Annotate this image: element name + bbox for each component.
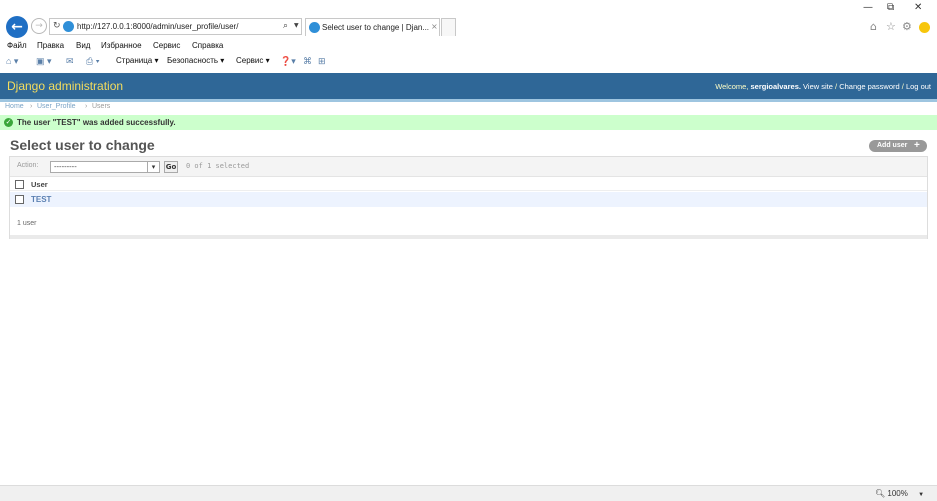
success-text: The user "TEST" was added successfully. xyxy=(17,118,176,127)
select-all-checkbox[interactable] xyxy=(15,180,24,189)
print-icon[interactable]: ⎙ ▾ xyxy=(86,56,99,67)
zoom-control[interactable]: 🔍︎ 100% ▼ xyxy=(875,489,924,498)
url-text[interactable]: http://127.0.0.1:8000/admin/user_profile… xyxy=(77,22,238,31)
menu-view[interactable]: Вид xyxy=(76,41,90,50)
new-tab-button[interactable] xyxy=(441,18,456,36)
favorites-star-icon[interactable]: ☆ xyxy=(886,20,896,33)
search-icon[interactable]: ⌕ xyxy=(283,21,288,31)
home-icon[interactable]: ⌂ ▾ xyxy=(6,56,18,67)
tab-title: Select user to change | Djan... xyxy=(322,23,430,32)
command-bar: ⌂ ▾ ▣ ▾ ✉ ⎙ ▾ Страница ▾ Безопасность ▾ … xyxy=(0,53,937,71)
close-tab-icon[interactable]: × xyxy=(431,22,438,31)
browser-tab[interactable]: Select user to change | Djan... × xyxy=(305,18,440,36)
add-user-button[interactable]: Add user + xyxy=(869,140,927,152)
separator: / xyxy=(835,82,838,91)
chevron-down-icon[interactable]: ▼ xyxy=(294,22,299,29)
addon-icon[interactable]: ⊞ xyxy=(318,56,326,67)
menu-file[interactable]: Файл xyxy=(7,41,27,50)
breadcrumb-current: Users xyxy=(92,103,111,110)
ie-logo-icon xyxy=(63,21,74,32)
changelist-footer xyxy=(10,235,927,239)
row-checkbox[interactable] xyxy=(15,195,24,204)
chevron-down-icon[interactable]: ▼ xyxy=(918,492,924,498)
back-arrow-icon[interactable]: ← xyxy=(6,16,28,38)
site-title[interactable]: Django administration xyxy=(7,79,123,93)
view-site-link[interactable]: View site xyxy=(803,82,833,91)
success-message: ✓ The user "TEST" was added successfully… xyxy=(0,115,937,130)
breadcrumb-separator: › xyxy=(30,103,33,110)
menu-edit[interactable]: Правка xyxy=(37,41,64,50)
forward-arrow-icon[interactable]: → xyxy=(31,18,47,34)
menu-favorites[interactable]: Избранное xyxy=(101,41,142,50)
log-out-link[interactable]: Log out xyxy=(906,82,931,91)
go-button[interactable]: Go xyxy=(164,161,178,173)
research-icon[interactable]: ⌘ xyxy=(303,56,312,67)
page-menu[interactable]: Страница ▾ xyxy=(116,56,159,65)
menu-help[interactable]: Справка xyxy=(192,41,223,50)
selection-counter: 0 of 1 selected xyxy=(186,162,250,170)
zoom-icon: 🔍︎ xyxy=(875,489,886,498)
username: sergioalvares. xyxy=(750,82,801,91)
column-header-user[interactable]: User xyxy=(31,180,48,189)
action-select[interactable]: --------- ▾ xyxy=(50,161,160,173)
separator: / xyxy=(901,82,904,91)
table-header: User xyxy=(10,178,927,191)
plus-icon: + xyxy=(914,140,920,151)
feeds-icon[interactable]: ▣ ▾ xyxy=(36,56,52,67)
action-select-value: --------- xyxy=(54,163,77,171)
user-link[interactable]: TEST xyxy=(31,195,51,204)
settings-gear-icon[interactable]: ⚙ xyxy=(902,20,912,33)
breadcrumb-app[interactable]: User_Profile xyxy=(37,103,76,110)
action-label: Action: xyxy=(17,162,39,169)
status-bar: 🔍︎ 100% ▼ xyxy=(0,485,937,501)
breadcrumb-separator: › xyxy=(85,103,88,110)
minimize-icon[interactable]: — xyxy=(863,2,873,13)
change-password-link[interactable]: Change password xyxy=(839,82,899,91)
breadcrumb: Home › User_Profile › Users xyxy=(0,102,937,113)
user-tools: Welcome, sergioalvares. View site / Chan… xyxy=(715,82,931,91)
refresh-icon[interactable]: ↻ xyxy=(53,21,61,31)
security-menu[interactable]: Безопасность ▾ xyxy=(167,56,224,65)
chevron-down-icon[interactable]: ▾ xyxy=(147,162,159,172)
changelist: Action: --------- ▾ Go 0 of 1 selected U… xyxy=(9,156,928,239)
breadcrumb-home[interactable]: Home xyxy=(5,103,24,110)
mail-icon[interactable]: ✉ xyxy=(66,56,74,67)
tools-menu[interactable]: Сервис ▾ xyxy=(236,56,270,65)
window-controls: — ⧉ ✕ xyxy=(855,2,935,16)
paginator: 1 user xyxy=(17,220,37,227)
browser-titlebar: ← → ↻ http://127.0.0.1:8000/admin/user_p… xyxy=(0,0,937,38)
toolbar-icons: ⌂ ☆ ⚙ xyxy=(870,20,934,34)
success-check-icon: ✓ xyxy=(4,118,13,127)
address-bar[interactable]: ↻ http://127.0.0.1:8000/admin/user_profi… xyxy=(49,18,302,35)
home-icon[interactable]: ⌂ xyxy=(870,20,877,33)
ie-logo-icon xyxy=(309,22,320,33)
add-user-label: Add user xyxy=(877,142,908,149)
actions-bar: Action: --------- ▾ Go 0 of 1 selected xyxy=(10,157,927,177)
feedback-smiley-icon[interactable] xyxy=(919,22,930,33)
help-icon[interactable]: ❓▾ xyxy=(280,56,296,67)
admin-header: Django administration Welcome, sergioalv… xyxy=(0,73,937,99)
menu-bar: Файл Правка Вид Избранное Сервис Справка xyxy=(0,38,937,53)
restore-icon[interactable]: ⧉ xyxy=(887,2,894,13)
welcome-text: Welcome, xyxy=(715,82,749,91)
menu-tools[interactable]: Сервис xyxy=(153,41,180,50)
page-title: Select user to change xyxy=(10,137,155,153)
close-window-icon[interactable]: ✕ xyxy=(914,2,922,13)
zoom-level: 100% xyxy=(887,489,908,498)
table-row: TEST xyxy=(10,192,927,207)
